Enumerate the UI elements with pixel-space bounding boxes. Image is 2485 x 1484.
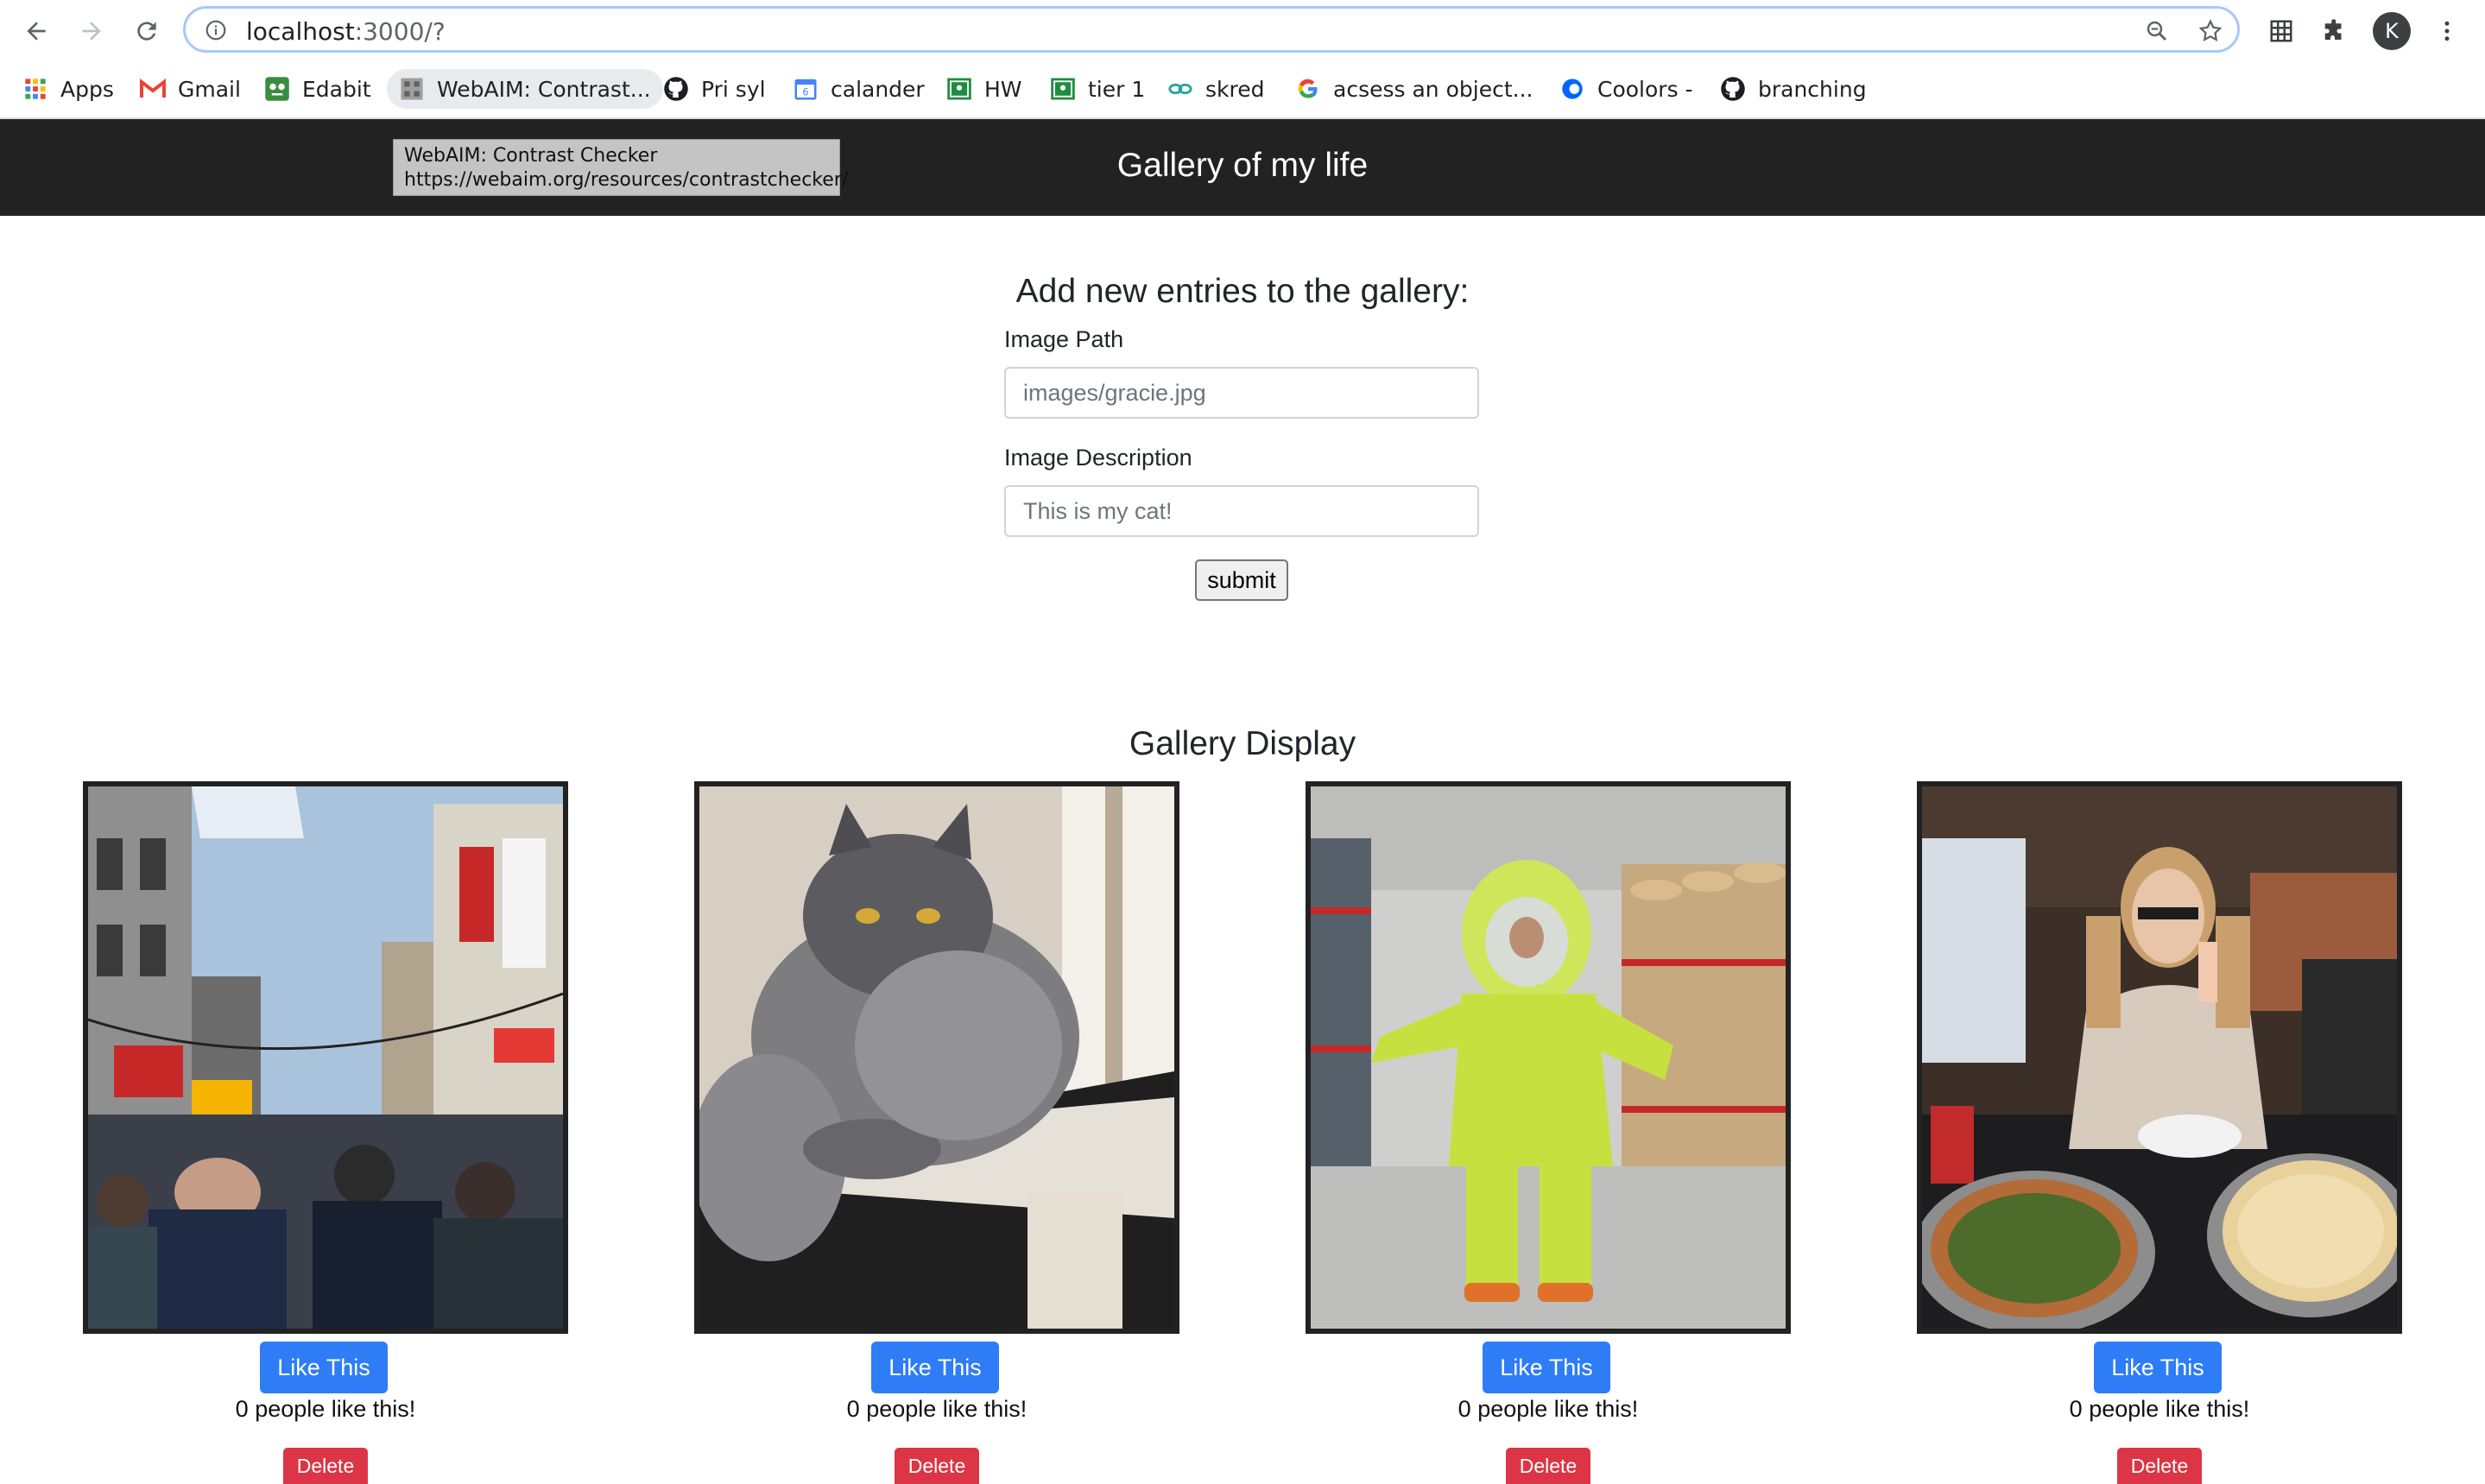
- bookmark-label: calander: [831, 76, 925, 102]
- browser-menu-button[interactable]: [2428, 12, 2466, 50]
- bookmark-label: Coolors -: [1597, 76, 1693, 102]
- delete-button[interactable]: Delete: [895, 1448, 979, 1484]
- zoom-icon[interactable]: [2144, 18, 2170, 44]
- gallery-card: Like This 0 people like this! Delete: [1306, 781, 1791, 1484]
- bookmark-label: Apps: [60, 76, 114, 102]
- submit-button[interactable]: submit: [1195, 559, 1288, 601]
- grid-extension-icon: [2270, 20, 2292, 42]
- pizza-dinner-photo: [1917, 781, 2402, 1334]
- classroom-icon: [1050, 76, 1076, 102]
- link-icon: [1167, 76, 1193, 102]
- tooltip-title: WebAIM: Contrast Checker: [404, 145, 658, 167]
- bookmark-label: Edabit: [302, 76, 371, 102]
- delete-button[interactable]: Delete: [1506, 1448, 1590, 1484]
- google-icon: [1295, 76, 1321, 102]
- image-description-input[interactable]: [1004, 485, 1479, 537]
- apps-grid-icon: [22, 76, 48, 102]
- street-market-photo: [83, 781, 568, 1334]
- image-path-input[interactable]: [1004, 367, 1479, 419]
- bookmark-label: WebAIM: Contrast...: [437, 76, 651, 102]
- bookmark-acsess[interactable]: acsess an object...: [1295, 69, 1533, 109]
- reload-icon: [137, 22, 156, 41]
- extensions-button[interactable]: [2316, 12, 2354, 50]
- site-header: Gallery of my life: [0, 119, 2485, 216]
- bookmark-label: acsess an object...: [1333, 76, 1533, 102]
- bookmark-hw[interactable]: HW: [946, 69, 1022, 109]
- bookmark-apps[interactable]: Apps: [22, 69, 114, 109]
- bookmark-label: tier 1: [1088, 76, 1146, 102]
- url-text[interactable]: localhost:3000/?: [246, 17, 446, 46]
- bookmark-star-icon[interactable]: [2197, 18, 2223, 44]
- bookmark-edabit[interactable]: Edabit: [264, 69, 371, 109]
- bookmark-label: skred: [1205, 76, 1265, 102]
- calendar-icon: 6: [793, 76, 819, 102]
- tab-search-button[interactable]: [2262, 12, 2300, 50]
- bookmark-tier-1[interactable]: tier 1: [1050, 69, 1145, 109]
- form-heading: Add new entries to the gallery:: [1015, 273, 1470, 310]
- gallery-card: Like This 0 people like this! Delete: [1917, 781, 2402, 1484]
- edabit-icon: [264, 76, 290, 102]
- info-icon[interactable]: [205, 19, 227, 41]
- likes-count: 0 people like this!: [235, 1396, 416, 1422]
- github-icon: [1720, 76, 1746, 102]
- bookmark-branching[interactable]: branching: [1720, 69, 1867, 109]
- classroom-icon: [946, 76, 972, 102]
- like-button[interactable]: Like This: [871, 1342, 999, 1393]
- puzzle-icon: [2324, 19, 2342, 40]
- address-bar[interactable]: localhost:3000/?: [183, 6, 2240, 53]
- delete-button[interactable]: Delete: [2117, 1448, 2202, 1484]
- page-title: Gallery of my life: [1116, 147, 1369, 184]
- svg-text:6: 6: [802, 87, 808, 98]
- bookmark-label: branching: [1758, 76, 1867, 102]
- forward-button[interactable]: [73, 12, 111, 50]
- bookmark-coolors[interactable]: Coolors -: [1559, 69, 1693, 109]
- browser-toolbar: localhost:3000/? K: [0, 0, 2485, 62]
- like-button[interactable]: Like This: [2094, 1342, 2222, 1393]
- gmail-icon: [140, 76, 166, 102]
- delete-button[interactable]: Delete: [283, 1448, 368, 1484]
- bookmark-webaim[interactable]: WebAIM: Contrast...: [387, 69, 663, 109]
- bookmarks-bar: Apps Gmail Edabit WebAIM: Contrast... Pr…: [0, 62, 2485, 119]
- bookmark-label: Pri syl: [701, 76, 766, 102]
- coolors-icon: [1559, 76, 1585, 102]
- likes-count: 0 people like this!: [1457, 1396, 1639, 1422]
- bookmark-label: HW: [984, 76, 1022, 102]
- github-icon: [663, 76, 689, 102]
- bookmark-calander[interactable]: 6 calander: [793, 69, 925, 109]
- likes-count: 0 people like this!: [2069, 1396, 2250, 1422]
- cat-photo: [694, 781, 1179, 1334]
- profile-avatar[interactable]: K: [2373, 12, 2411, 50]
- bookmark-label: Gmail: [178, 76, 241, 102]
- webaim-icon: [399, 76, 425, 102]
- like-button[interactable]: Like This: [1483, 1342, 1610, 1393]
- like-button[interactable]: Like This: [260, 1342, 388, 1393]
- forward-arrow-icon: [82, 22, 101, 41]
- gallery-card: Like This 0 people like this! Delete: [83, 781, 568, 1484]
- gallery-card: Like This 0 people like this! Delete: [694, 781, 1179, 1484]
- image-description-label: Image Description: [1004, 445, 1192, 470]
- bookmark-tooltip: WebAIM: Contrast Checker https://webaim.…: [393, 139, 849, 196]
- image-path-label: Image Path: [1004, 326, 1124, 352]
- back-arrow-icon: [27, 22, 46, 41]
- reload-button[interactable]: [128, 12, 166, 50]
- bookmark-pri-syl[interactable]: Pri syl: [663, 69, 766, 109]
- likes-count: 0 people like this!: [846, 1396, 1028, 1422]
- bookmark-skred[interactable]: skred: [1167, 69, 1264, 109]
- back-button[interactable]: [17, 12, 55, 50]
- bookmark-gmail[interactable]: Gmail: [140, 69, 241, 109]
- hazmat-suit-photo: [1306, 781, 1791, 1334]
- gallery-heading: Gallery Display: [1129, 725, 1356, 762]
- tooltip-url: https://webaim.org/resources/contrastche…: [404, 169, 849, 191]
- kebab-menu-icon: [2444, 21, 2450, 41]
